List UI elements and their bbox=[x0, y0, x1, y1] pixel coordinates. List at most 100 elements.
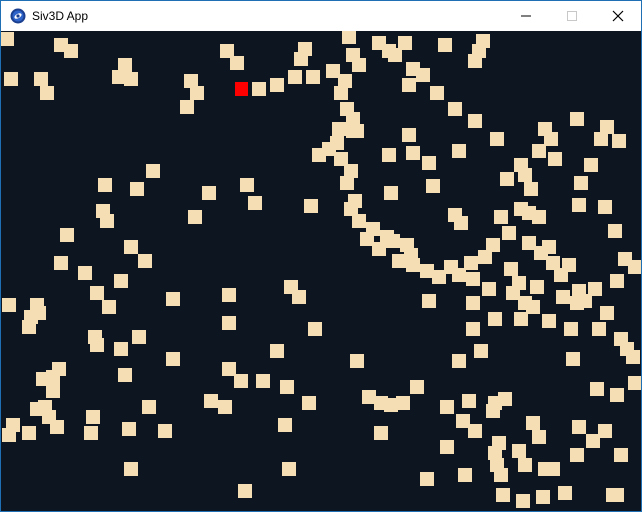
sand-block bbox=[546, 256, 560, 270]
sand-block bbox=[498, 392, 512, 406]
sand-block bbox=[114, 342, 128, 356]
sand-block bbox=[600, 306, 614, 320]
sand-block bbox=[422, 156, 436, 170]
sand-block bbox=[628, 376, 641, 390]
sand-block bbox=[440, 440, 454, 454]
sand-block bbox=[606, 488, 620, 502]
minimize-button[interactable] bbox=[503, 1, 549, 31]
sand-block bbox=[626, 350, 640, 364]
sand-block bbox=[372, 242, 386, 256]
sand-block bbox=[542, 240, 556, 254]
player-block bbox=[235, 82, 248, 96]
sand-block bbox=[302, 396, 316, 410]
sand-block bbox=[312, 148, 326, 162]
sand-block bbox=[352, 58, 366, 72]
sand-block bbox=[382, 148, 396, 162]
sand-block bbox=[490, 132, 504, 146]
sand-block bbox=[350, 124, 364, 138]
sand-block bbox=[406, 146, 420, 160]
sand-block bbox=[362, 390, 376, 404]
sand-block bbox=[342, 31, 356, 44]
maximize-button[interactable] bbox=[549, 1, 595, 31]
sand-block bbox=[466, 322, 480, 336]
sand-block bbox=[166, 292, 180, 306]
sand-block bbox=[22, 426, 36, 440]
close-button[interactable] bbox=[595, 1, 641, 31]
sand-block bbox=[458, 468, 472, 482]
sand-block bbox=[590, 382, 604, 396]
game-canvas[interactable] bbox=[1, 31, 641, 511]
sand-block bbox=[270, 344, 284, 358]
sand-block bbox=[398, 36, 412, 50]
sand-block bbox=[532, 144, 546, 158]
sand-block bbox=[486, 404, 500, 418]
sand-block bbox=[388, 48, 402, 62]
sand-block bbox=[518, 458, 532, 472]
sand-block bbox=[234, 374, 248, 388]
sand-block bbox=[468, 114, 482, 128]
sand-block bbox=[422, 294, 436, 308]
sand-block bbox=[524, 182, 538, 196]
sand-block bbox=[544, 132, 558, 146]
sand-block bbox=[306, 70, 320, 84]
sand-block bbox=[438, 38, 452, 52]
sand-block bbox=[600, 120, 614, 134]
sand-block bbox=[384, 398, 398, 412]
sand-block bbox=[494, 468, 508, 482]
sand-block bbox=[588, 282, 602, 296]
sand-block bbox=[488, 312, 502, 326]
sand-block bbox=[488, 446, 502, 460]
sand-block bbox=[526, 416, 540, 430]
sand-block bbox=[478, 250, 492, 264]
sand-block bbox=[2, 298, 16, 312]
sand-block bbox=[396, 396, 410, 410]
sand-block bbox=[456, 414, 470, 428]
sand-block bbox=[384, 186, 398, 200]
sand-block bbox=[188, 210, 202, 224]
sand-block bbox=[598, 424, 612, 438]
sand-block bbox=[452, 268, 466, 282]
sand-block bbox=[522, 236, 536, 250]
sand-block bbox=[222, 288, 236, 302]
sand-block bbox=[230, 56, 244, 70]
sand-block bbox=[598, 200, 612, 214]
sand-block bbox=[142, 400, 156, 414]
sand-block bbox=[572, 420, 586, 434]
sand-block bbox=[30, 402, 44, 416]
sand-block bbox=[132, 330, 146, 344]
sand-block bbox=[102, 300, 116, 314]
sand-block bbox=[564, 322, 578, 336]
sand-block bbox=[184, 74, 198, 88]
title-bar[interactable]: Siv3D App bbox=[1, 1, 641, 31]
sand-block bbox=[86, 410, 100, 424]
sand-block bbox=[406, 258, 420, 272]
sand-block bbox=[84, 426, 98, 440]
game-scene bbox=[1, 31, 641, 508]
sand-block bbox=[556, 290, 570, 304]
sand-block bbox=[514, 312, 528, 326]
sand-block bbox=[350, 354, 364, 368]
app-window: Siv3D App bbox=[0, 0, 642, 512]
sand-block bbox=[32, 306, 46, 320]
sand-block bbox=[432, 270, 446, 284]
sand-block bbox=[40, 86, 54, 100]
sand-block bbox=[536, 490, 550, 504]
sand-block bbox=[572, 198, 586, 212]
sand-block bbox=[464, 256, 478, 270]
sand-block bbox=[220, 44, 234, 58]
sand-block bbox=[124, 462, 138, 476]
sand-block bbox=[392, 254, 406, 268]
sand-block bbox=[594, 132, 608, 146]
sand-block bbox=[402, 78, 416, 92]
sand-block bbox=[122, 422, 136, 436]
sand-block bbox=[566, 352, 580, 366]
sand-block bbox=[60, 228, 74, 242]
sand-block bbox=[326, 64, 340, 78]
sand-block bbox=[420, 472, 434, 486]
sand-block bbox=[344, 202, 358, 216]
sand-block bbox=[374, 426, 388, 440]
sand-block bbox=[158, 424, 172, 438]
sand-block bbox=[138, 254, 152, 268]
sand-block bbox=[502, 226, 516, 240]
sand-block bbox=[90, 286, 104, 300]
